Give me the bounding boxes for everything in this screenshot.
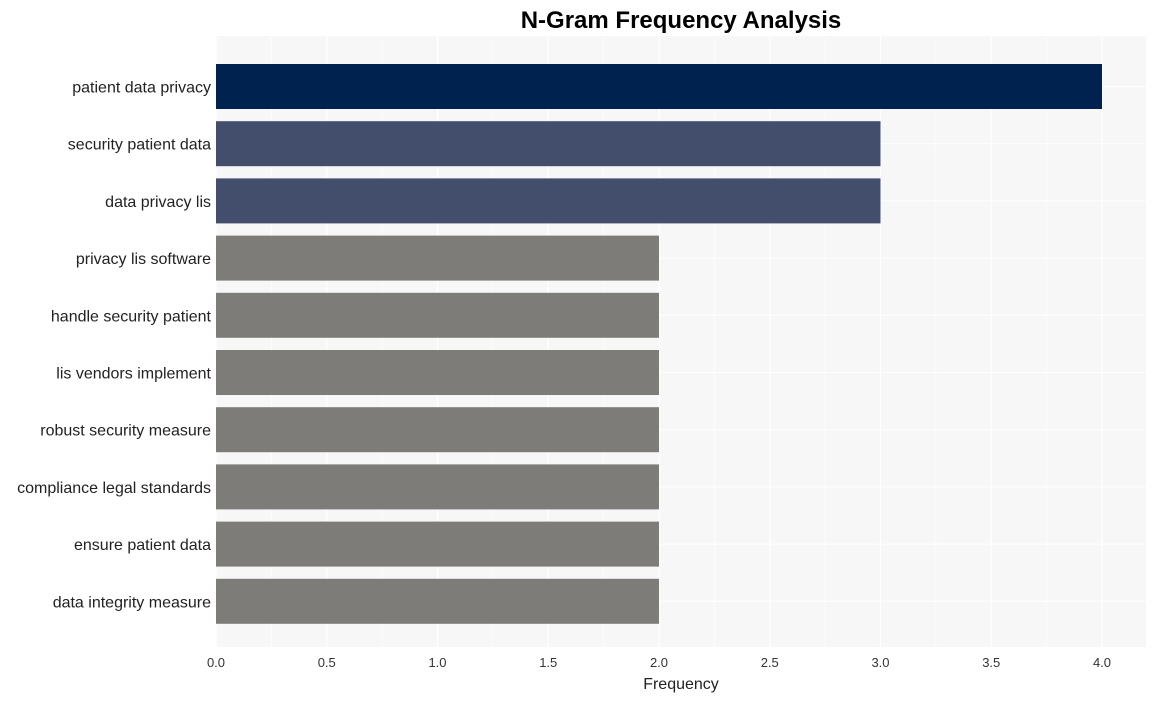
bar-lis-vendors-implement (216, 350, 659, 395)
x-tick-label: 2.5 (761, 655, 779, 670)
y-tick-label: data integrity measure (53, 594, 211, 611)
bar-privacy-lis-software (216, 235, 659, 281)
bar-compliance-legal-standards (216, 464, 659, 510)
x-tick-label: 4.0 (1093, 655, 1111, 670)
y-tick-label: lis vendors implement (56, 366, 211, 383)
bar-robust-security-measure (216, 407, 659, 453)
y-tick-label: privacy lis software (76, 251, 211, 268)
x-tick-label: 0.5 (318, 655, 336, 670)
bar-data-privacy-lis (216, 178, 881, 224)
chart-title: N-Gram Frequency Analysis (521, 7, 842, 34)
x-tick-label: 0.0 (207, 655, 225, 670)
y-tick-label: ensure patient data (74, 537, 211, 554)
x-tick-label: 1.0 (428, 655, 446, 670)
ngram-bar-chart: patient data privacy security patient dat… (17, 7, 1146, 693)
x-tick-label: 3.0 (871, 655, 889, 670)
x-tick-label: 3.5 (982, 655, 1000, 670)
x-axis-title: Frequency (643, 676, 719, 693)
y-tick-label: compliance legal standards (17, 480, 211, 497)
bar-patient-data-privacy (216, 64, 1102, 109)
bar-data-integrity-measure (216, 578, 659, 624)
x-tick-label: 1.5 (539, 655, 557, 670)
y-tick-label: patient data privacy (72, 80, 211, 97)
bar-ensure-patient-data (216, 521, 659, 567)
x-axis-ticks: 0.0 0.5 1.0 1.5 2.0 2.5 3.0 3.5 4.0 (207, 655, 1111, 670)
x-tick-label: 2.0 (650, 655, 668, 670)
y-tick-label: robust security measure (40, 423, 211, 440)
y-tick-label: security patient data (68, 137, 211, 154)
y-tick-label: handle security patient (51, 308, 212, 325)
y-axis-labels: patient data privacy security patient dat… (17, 80, 211, 612)
bar-security-patient-data (216, 121, 881, 167)
bar-handle-security-patient (216, 292, 659, 338)
y-tick-label: data privacy lis (105, 194, 211, 211)
